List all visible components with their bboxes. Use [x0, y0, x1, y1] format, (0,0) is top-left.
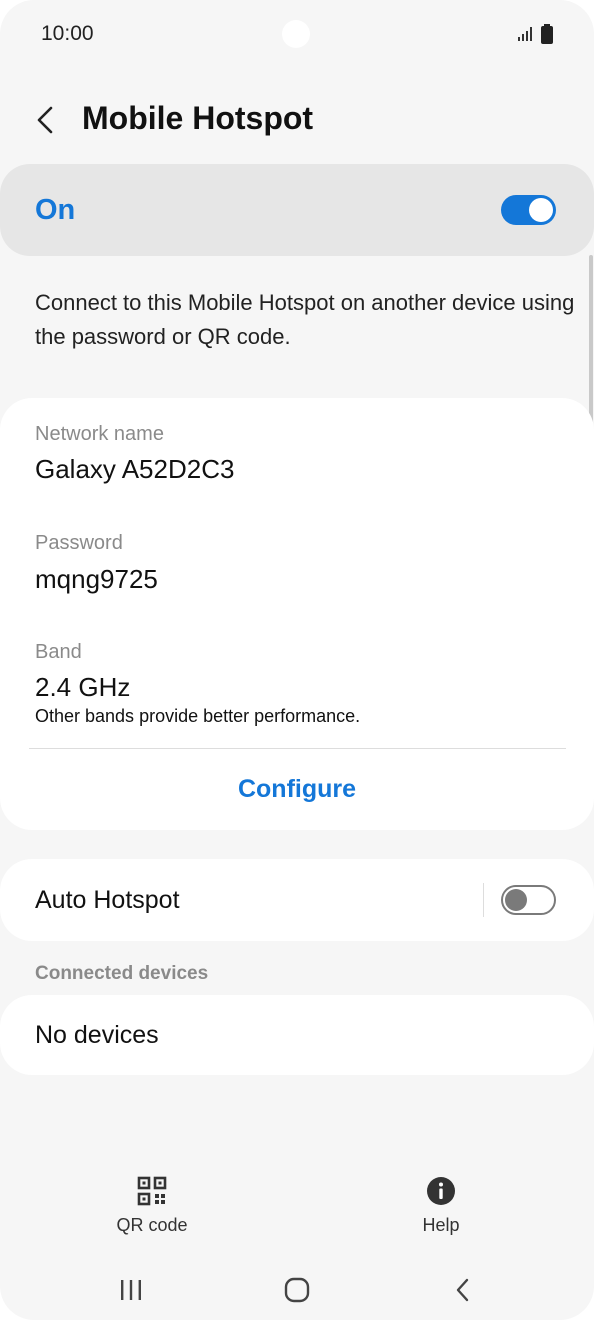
signal-icon: [518, 27, 532, 41]
no-devices-label: No devices: [35, 1021, 159, 1049]
battery-icon: [541, 24, 553, 44]
connected-devices-card: No devices: [0, 995, 594, 1075]
qr-code-button[interactable]: QR code: [72, 1176, 232, 1246]
password-value: mqng9725: [35, 564, 158, 594]
qr-code-label: QR code: [116, 1215, 188, 1235]
hotspot-description: Connect to this Mobile Hotspot on anothe…: [35, 290, 575, 349]
configure-button[interactable]: Configure: [0, 764, 594, 814]
network-name-value: Galaxy A52D2C3: [35, 454, 235, 484]
back-icon: [456, 1278, 469, 1302]
band-label: Band: [35, 641, 82, 663]
recent-apps-button[interactable]: [101, 1270, 161, 1310]
network-name-label: Network name: [35, 423, 164, 445]
hotspot-master-switch-row[interactable]: On: [0, 164, 594, 256]
master-switch-label: On: [35, 194, 76, 226]
divider: [29, 748, 566, 749]
hotspot-toggle[interactable]: [501, 195, 556, 225]
password-label: Password: [35, 532, 123, 554]
help-label: Help: [422, 1215, 460, 1235]
app-header: Mobile Hotspot: [0, 80, 594, 160]
scroll-indicator[interactable]: [589, 255, 593, 440]
connected-devices-header: Connected devices: [35, 963, 209, 984]
page-title: Mobile Hotspot: [82, 100, 314, 136]
status-time: 10:00: [41, 22, 94, 45]
back-button[interactable]: [24, 98, 68, 142]
home-icon: [284, 1277, 310, 1303]
status-bar: 10:00: [0, 0, 594, 70]
auto-hotspot-toggle[interactable]: [501, 885, 556, 915]
auto-hotspot-label: Auto Hotspot: [35, 886, 180, 914]
network-info-card: Network name Galaxy A52D2C3 Password mqn…: [0, 398, 594, 830]
home-button[interactable]: [267, 1270, 327, 1310]
system-nav-bar: [0, 1260, 594, 1320]
auto-hotspot-row[interactable]: Auto Hotspot: [0, 859, 594, 941]
help-button[interactable]: Help: [361, 1176, 521, 1246]
toggle-knob: [505, 889, 527, 911]
phone-screen: 10:00 Mobile Hotspot On Connect to this …: [0, 0, 594, 1320]
system-back-button[interactable]: [433, 1270, 493, 1310]
recent-apps-icon: [121, 1280, 141, 1300]
row-separator: [483, 883, 484, 917]
band-value: 2.4 GHz: [35, 672, 131, 702]
camera-cutout: [282, 20, 310, 48]
band-note: Other bands provide better performance.: [35, 706, 361, 726]
qr-code-icon: [137, 1176, 167, 1206]
chevron-left-icon: [37, 106, 53, 134]
info-icon: [427, 1177, 455, 1205]
toggle-knob: [529, 198, 553, 222]
